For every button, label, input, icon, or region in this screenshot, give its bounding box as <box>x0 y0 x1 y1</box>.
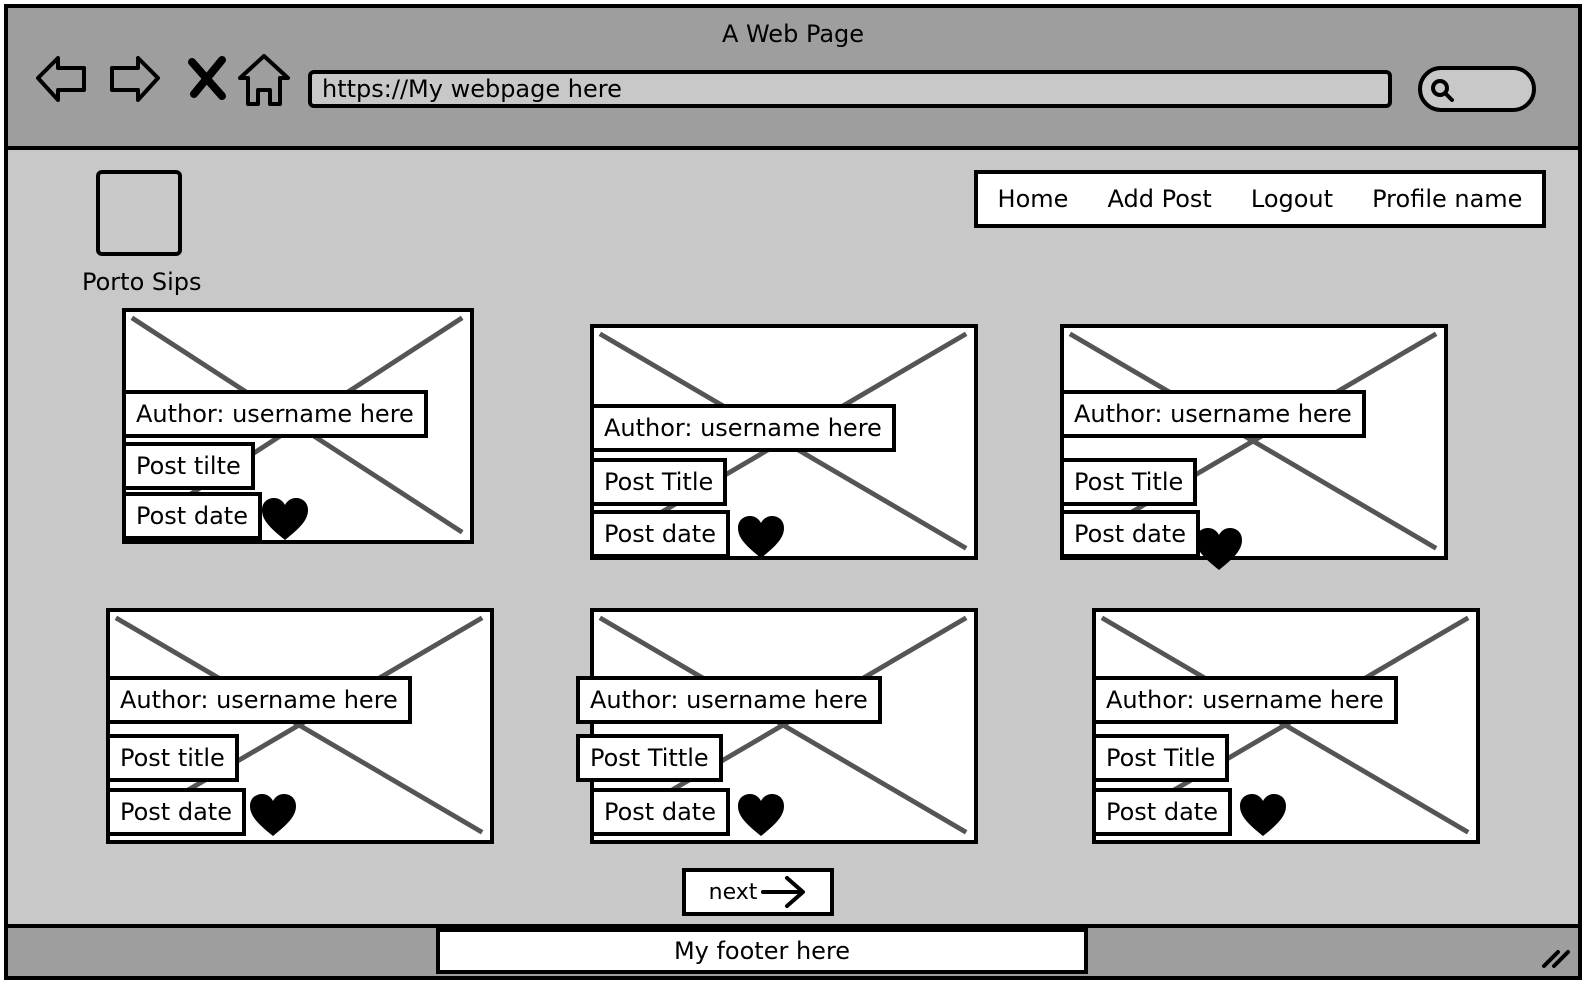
post-date: Post date <box>1092 788 1232 836</box>
search-icon <box>1431 79 1454 102</box>
heart-icon[interactable] <box>736 792 786 838</box>
post-card[interactable]: Author: username here Post title Post da… <box>106 608 494 844</box>
post-card[interactable]: Author: username here Post Title Post da… <box>590 324 978 560</box>
post-date: Post date <box>590 788 730 836</box>
browser-search-field[interactable] <box>1418 66 1536 112</box>
post-title[interactable]: Post Title <box>1060 458 1198 506</box>
post-card[interactable]: Author: username here Post tilte Post da… <box>122 308 474 544</box>
post-card[interactable]: Author: username here Post Tittle Post d… <box>576 608 978 844</box>
browser-chrome: A Web Page https://My webpage here <box>8 8 1578 150</box>
heart-icon[interactable] <box>736 514 786 560</box>
close-icon[interactable] <box>178 48 238 108</box>
browser-window: A Web Page https://My webpage here Porto… <box>4 4 1582 980</box>
post-author[interactable]: Author: username here <box>590 404 896 452</box>
post-title[interactable]: Post tilte <box>122 442 255 490</box>
forward-arrow-icon[interactable] <box>104 48 164 108</box>
site-logo[interactable] <box>96 170 182 256</box>
nav-profile-link[interactable]: Profile name <box>1372 185 1522 213</box>
post-date: Post date <box>590 510 730 558</box>
page-content: Porto Sips Home Add Post Logout Profile … <box>8 150 1578 928</box>
resize-handle-icon[interactable] <box>1540 944 1570 970</box>
post-author[interactable]: Author: username here <box>1060 390 1366 438</box>
next-page-button[interactable]: next <box>682 868 834 916</box>
post-card[interactable]: Author: username here Post Title Post da… <box>1060 324 1448 570</box>
nav-home-link[interactable]: Home <box>998 185 1069 213</box>
post-title[interactable]: Post Title <box>1092 734 1230 782</box>
heart-icon[interactable] <box>1238 792 1288 838</box>
heart-icon[interactable] <box>260 496 310 542</box>
heart-icon[interactable] <box>1194 526 1244 572</box>
post-date: Post date <box>122 492 262 540</box>
post-author[interactable]: Author: username here <box>576 676 882 724</box>
post-author[interactable]: Author: username here <box>122 390 428 438</box>
arrow-right-icon <box>761 876 806 908</box>
heart-icon[interactable] <box>248 792 298 838</box>
post-title[interactable]: Post Tittle <box>576 734 723 782</box>
post-card[interactable]: Author: username here Post Title Post da… <box>1092 608 1480 844</box>
home-icon[interactable] <box>234 48 294 108</box>
post-author[interactable]: Author: username here <box>1092 676 1398 724</box>
back-arrow-icon[interactable] <box>32 48 92 108</box>
nav-logout-link[interactable]: Logout <box>1251 185 1333 213</box>
nav-add-post-link[interactable]: Add Post <box>1107 185 1211 213</box>
post-date: Post date <box>106 788 246 836</box>
site-name: Porto Sips <box>82 268 202 296</box>
post-date: Post date <box>1060 510 1200 558</box>
url-input[interactable]: https://My webpage here <box>308 70 1392 108</box>
post-title[interactable]: Post title <box>106 734 239 782</box>
footer: My footer here <box>8 924 1578 976</box>
footer-text: My footer here <box>436 928 1088 974</box>
post-author[interactable]: Author: username here <box>106 676 412 724</box>
window-title: A Web Page <box>721 20 865 48</box>
main-nav: Home Add Post Logout Profile name <box>974 170 1546 228</box>
post-title[interactable]: Post Title <box>590 458 728 506</box>
next-button-label: next <box>708 879 758 905</box>
